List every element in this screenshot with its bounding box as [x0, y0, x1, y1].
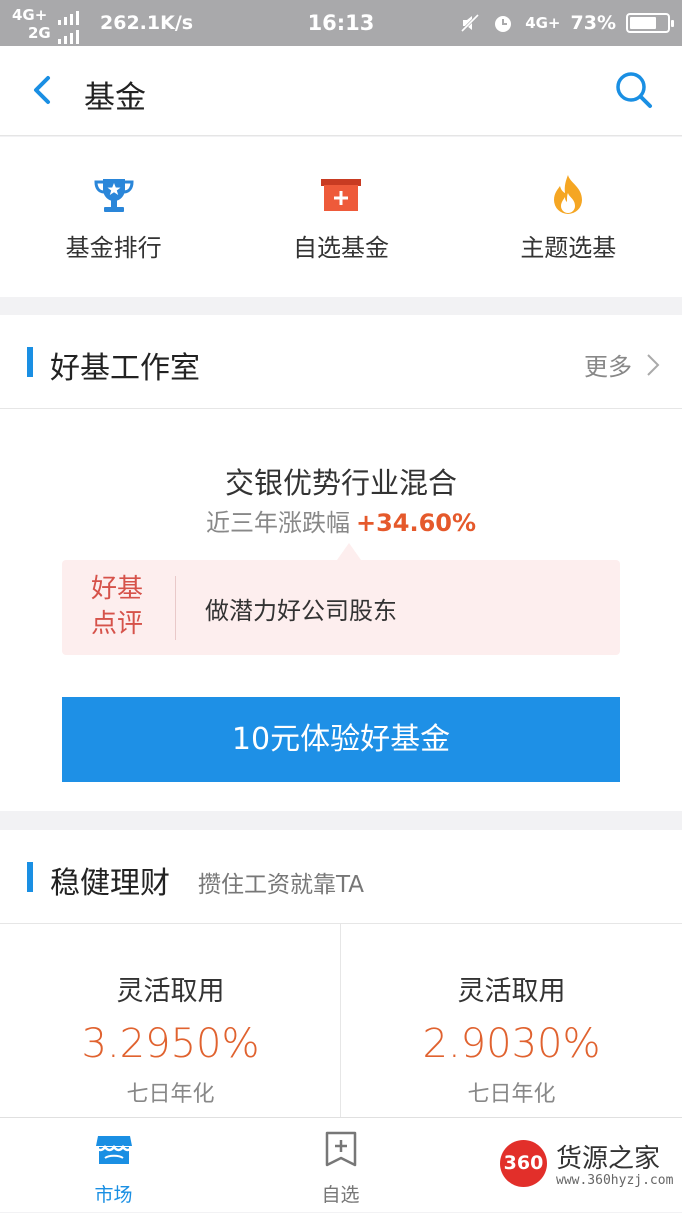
section-title: 好基工作室 — [50, 351, 200, 386]
review-text: 做潜力好公司股东 — [205, 597, 397, 625]
more-link[interactable]: 更多 — [584, 347, 660, 382]
perf-value: +34.60% — [355, 509, 477, 537]
watermark-logo: 360 — [500, 1140, 547, 1187]
wealth-card: 稳健理财 攒住工资就靠TA — [0, 830, 682, 924]
divider — [175, 576, 176, 640]
status-right: 4G+ 73% — [459, 9, 674, 37]
product-label: 灵活取用 — [457, 976, 566, 1007]
search-icon — [616, 72, 652, 108]
network-right-label: 4G+ — [525, 14, 561, 32]
market-icon — [94, 1136, 133, 1164]
section-subtitle: 攒住工资就靠TA — [198, 872, 364, 898]
tab-label: 市场 — [94, 1184, 133, 1206]
flame-icon — [554, 175, 583, 214]
quick-entry-label: 基金排行 — [65, 234, 162, 262]
watermark: 360 货源之家 www.360hyzj.com — [500, 1138, 682, 1194]
yield-product[interactable]: 灵活取用 3.2950% 七日年化 — [0, 924, 341, 1117]
page-title: 基金 — [84, 80, 146, 116]
section-marker — [27, 347, 33, 377]
search-button[interactable] — [612, 68, 656, 112]
quick-entry-label: 主题选基 — [520, 234, 617, 262]
quick-entry-theme-funds[interactable]: 主题选基 — [455, 137, 682, 297]
product-rate: 3.2950% — [81, 1021, 260, 1067]
section-header: 稳健理财 攒住工资就靠TA — [0, 830, 682, 924]
trophy-icon — [94, 179, 134, 212]
product-rate-note: 七日年化 — [126, 1082, 215, 1107]
quick-entry-watchlist-funds[interactable]: 自选基金 — [227, 137, 454, 297]
try-fund-button[interactable]: 10元体验好基金 — [62, 697, 620, 782]
review-pointer — [337, 543, 361, 560]
tab-market[interactable]: 市场 — [0, 1118, 227, 1213]
section-title: 稳健理财 — [50, 866, 170, 901]
fund-review[interactable]: 好基 点评 做潜力好公司股东 — [62, 560, 620, 655]
section-marker — [27, 862, 33, 892]
battery-icon — [626, 13, 674, 33]
chevron-left-icon — [34, 76, 50, 104]
quick-entry-fund-ranking[interactable]: 基金排行 — [0, 137, 227, 297]
chevron-right-icon — [647, 353, 660, 376]
watermark-title: 货源之家 — [556, 1144, 661, 1174]
review-tag-line: 好基 — [90, 574, 143, 604]
quick-entries: 基金排行 自选基金 主题选基 — [0, 137, 682, 297]
tab-label: 自选 — [321, 1184, 360, 1206]
product-label: 灵活取用 — [116, 976, 225, 1007]
status-bar: 4G+ 2G 262.1K/s 16:13 4G+ 73% — [0, 0, 682, 46]
yield-grid: 灵活取用 3.2950% 七日年化 灵活取用 2.9030% 七日年化 — [0, 924, 682, 1117]
fund-name[interactable]: 交银优势行业混合 — [0, 460, 682, 502]
more-label: 更多 — [584, 353, 632, 381]
section-header: 好基工作室 更多 — [0, 315, 682, 409]
quick-entry-label: 自选基金 — [292, 234, 389, 262]
watermark-url: www.360hyzj.com — [556, 1173, 674, 1188]
alarm-icon — [495, 16, 512, 32]
product-rate: 2.9030% — [422, 1021, 601, 1067]
nav-header: 基金 — [0, 46, 682, 136]
back-button[interactable] — [22, 68, 66, 112]
yield-product[interactable]: 灵活取用 2.9030% 七日年化 — [341, 924, 682, 1117]
bookmark-add-icon — [325, 1131, 356, 1167]
add-folder-icon — [320, 179, 361, 211]
fund-performance: 近三年涨跌幅 +34.60% — [0, 503, 682, 538]
battery-percent: 73% — [570, 12, 616, 34]
perf-label: 近三年涨跌幅 — [205, 509, 350, 537]
mute-icon — [461, 13, 480, 33]
review-tag-line: 点评 — [90, 609, 143, 639]
product-rate-note: 七日年化 — [467, 1082, 556, 1107]
tab-watchlist[interactable]: 自选 — [227, 1118, 454, 1213]
review-tag: 好基 点评 — [82, 572, 152, 642]
